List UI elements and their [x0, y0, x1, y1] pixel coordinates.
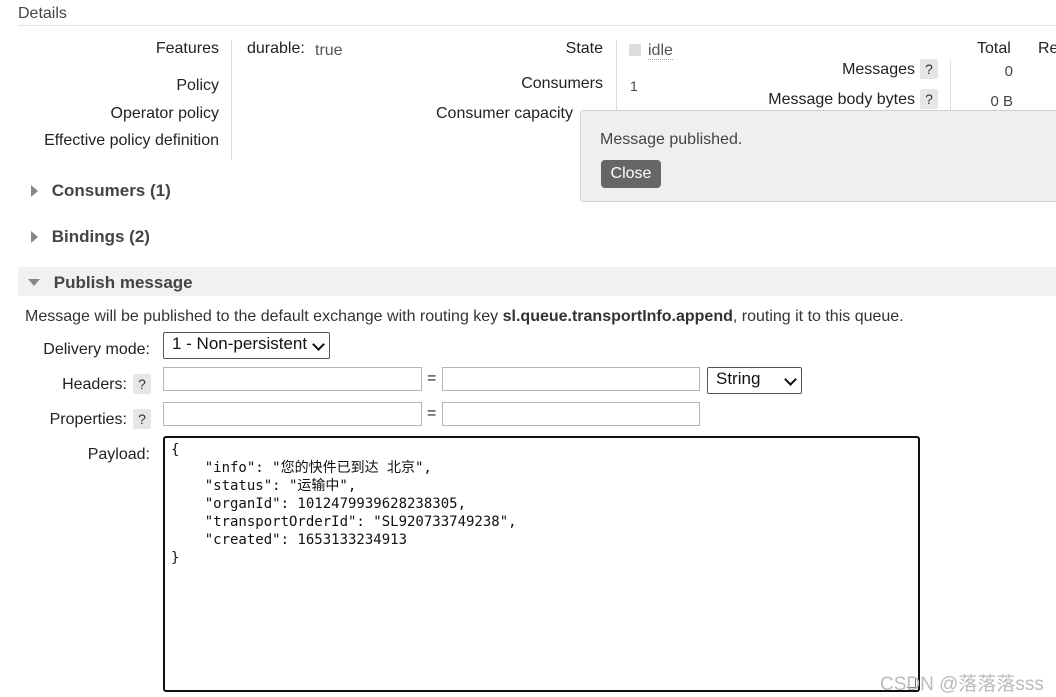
properties-help-icon[interactable]: ? [133, 409, 151, 429]
message-body-bytes-label: Message body bytes [768, 91, 915, 108]
collapse-arrow-icon [28, 279, 40, 287]
consumers-value: 1 [630, 78, 638, 94]
state-label: State [565, 40, 603, 57]
details-heading: Details [18, 5, 67, 22]
total-header: Total [977, 40, 1011, 57]
payload-line: "info": "您的快件已到达 北京", [171, 460, 432, 476]
messages-value: 0 [1004, 63, 1013, 80]
messages-help-icon[interactable]: ? [920, 59, 938, 79]
properties-equals: = [427, 405, 437, 422]
payload-line: { [171, 442, 180, 458]
publish-section-title: Publish message [53, 273, 193, 293]
message-published-popup: Message published. Close [580, 110, 1056, 202]
payload-line: "organId": 1012479939628238305, [171, 496, 467, 512]
close-button[interactable]: Close [601, 160, 661, 188]
features-label: Features [155, 40, 219, 57]
headers-equals: = [427, 370, 437, 387]
headers-label: Headers: [62, 376, 127, 393]
bindings-section-toggle[interactable]: Bindings (2) [18, 226, 1056, 256]
header-key-input[interactable] [163, 367, 422, 391]
state-value: idle [648, 42, 673, 60]
payload-textarea[interactable]: { "info": "您的快件已到达 北京", "status": "运输中",… [163, 436, 920, 692]
durable-value: true [315, 42, 343, 59]
expand-arrow-icon [31, 230, 38, 243]
payload-line: } [171, 550, 180, 566]
chevron-down-icon [312, 338, 325, 351]
delivery-mode-select[interactable]: 1 - Non-persistent [163, 332, 330, 359]
details-vertical-divider [231, 40, 232, 160]
property-value-input[interactable] [442, 402, 700, 426]
delivery-mode-value: 1 - Non-persistent [172, 334, 308, 353]
header-type-select[interactable]: String [707, 367, 802, 394]
bindings-section-title: Bindings (2) [51, 226, 150, 246]
consumers-label: Consumers [521, 75, 603, 92]
consumer-capacity-label: Consumer capacity [436, 105, 573, 122]
watermark: CSDN @落落落sss [880, 674, 1044, 695]
expand-arrow-icon [31, 184, 38, 197]
payload-line: "status": "运输中", [171, 478, 357, 494]
property-key-input[interactable] [163, 402, 422, 426]
routing-key: sl.queue.transportInfo.append [502, 308, 733, 325]
details-vertical-divider-2 [616, 40, 617, 110]
publish-section-toggle[interactable]: Publish message [18, 267, 1056, 296]
payload-line: "transportOrderId": "SL920733749238", [171, 514, 517, 530]
publish-intro-before: Message will be published to the default… [25, 308, 503, 325]
messages-label: Messages [842, 61, 915, 78]
effective-policy-label: Effective policy definition [44, 132, 219, 149]
state-idle-indicator [629, 44, 641, 56]
publish-intro: Message will be published to the default… [25, 308, 904, 326]
message-body-bytes-help-icon[interactable]: ? [920, 89, 938, 109]
policy-label: Policy [176, 77, 219, 94]
stats-divider [950, 60, 951, 110]
payload-line: "created": 1653133234913 [171, 532, 408, 548]
details-divider [18, 25, 1056, 26]
consumers-section-title: Consumers (1) [51, 180, 171, 200]
delivery-mode-label: Delivery mode: [43, 341, 150, 358]
re-header: Re [1038, 40, 1056, 57]
operator-policy-label: Operator policy [110, 105, 220, 122]
publish-intro-after: , routing it to this queue. [732, 308, 904, 325]
header-value-input[interactable] [442, 367, 700, 391]
headers-help-icon[interactable]: ? [133, 374, 151, 394]
durable-key: durable: [247, 40, 305, 57]
properties-label: Properties: [49, 411, 127, 428]
message-body-bytes-value: 0 B [990, 93, 1013, 110]
header-type-value: String [716, 369, 761, 388]
payload-label: Payload: [87, 446, 150, 463]
chevron-down-icon [784, 373, 797, 386]
popup-message: Message published. [600, 131, 743, 148]
